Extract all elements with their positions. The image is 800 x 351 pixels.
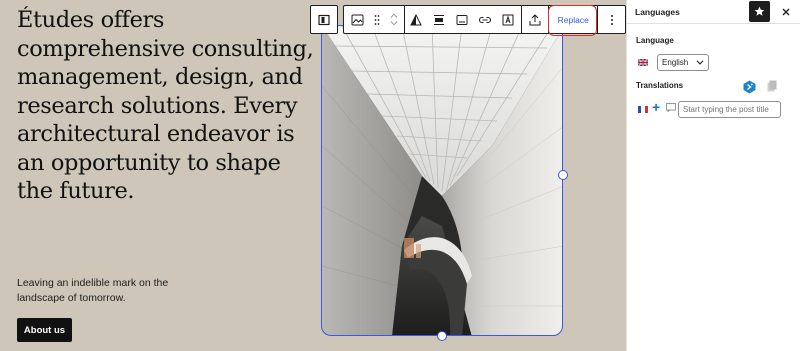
upload-icon: [529, 13, 541, 25]
close-sidebar-button[interactable]: [778, 4, 794, 20]
star-icon: [754, 6, 765, 16]
link-translation-icon[interactable]: [666, 103, 676, 112]
hero-heading[interactable]: Études offers comprehensive consulting, …: [17, 6, 317, 206]
settings-sidebar: Languages Language English Translations: [626, 0, 800, 351]
language-select-value: English: [662, 58, 689, 67]
add-translation-plus-icon[interactable]: +: [652, 100, 660, 114]
translation-title-input[interactable]: [678, 101, 781, 118]
close-icon: [782, 8, 790, 15]
french-flag-icon: [638, 106, 648, 113]
image-icon: [351, 14, 364, 25]
more-options-icon: [610, 14, 613, 25]
editor-canvas: Études offers comprehensive consulting, …: [0, 0, 626, 351]
upload-button[interactable]: [522, 6, 548, 33]
replace-highlight-annotation: [548, 5, 598, 36]
link-button[interactable]: [474, 6, 497, 33]
sidebar-title: Languages: [635, 6, 680, 17]
link-icon: [478, 16, 492, 23]
hero-subtext[interactable]: Leaving an indelible mark on the landsca…: [17, 276, 217, 306]
text-overlay-button[interactable]: [496, 6, 519, 33]
text-overlay-icon: [502, 14, 514, 25]
align-icon: [434, 14, 445, 25]
drag-handle-icon: [374, 14, 380, 25]
uk-flag-icon: [638, 59, 648, 66]
block-toolbar: Replace: [343, 5, 626, 36]
select-parent-button[interactable]: [311, 6, 337, 33]
move-up-down-buttons[interactable]: [384, 6, 404, 33]
selected-image-block[interactable]: [321, 25, 563, 336]
resize-handle-bottom[interactable]: [437, 331, 447, 341]
resize-handle-right[interactable]: [558, 170, 568, 180]
move-up-icon[interactable]: [390, 13, 398, 18]
sidebar-header: Languages: [627, 0, 800, 24]
duotone-button[interactable]: [405, 6, 428, 33]
copy-icon[interactable]: [767, 80, 777, 92]
more-options-button[interactable]: [598, 6, 625, 33]
block-type-button[interactable]: [346, 6, 370, 33]
block-toolbar-parent: [310, 5, 338, 34]
about-us-button[interactable]: About us: [17, 318, 72, 342]
language-label: Language: [636, 36, 674, 45]
translations-label: Translations: [636, 81, 684, 90]
replace-button-wrap: Replace: [548, 5, 598, 36]
caption-button[interactable]: [451, 6, 474, 33]
deepl-translate-icon[interactable]: [743, 80, 756, 94]
move-down-icon[interactable]: [390, 21, 398, 26]
align-button[interactable]: [428, 6, 451, 33]
pin-star-button[interactable]: [749, 1, 770, 22]
duotone-icon: [410, 13, 423, 25]
caption-icon: [456, 14, 468, 25]
columns-icon: [318, 14, 330, 25]
language-select[interactable]: English: [657, 54, 709, 71]
architecture-photo: [322, 26, 562, 335]
drag-handle[interactable]: [370, 6, 384, 33]
chevron-down-icon: [696, 60, 704, 65]
